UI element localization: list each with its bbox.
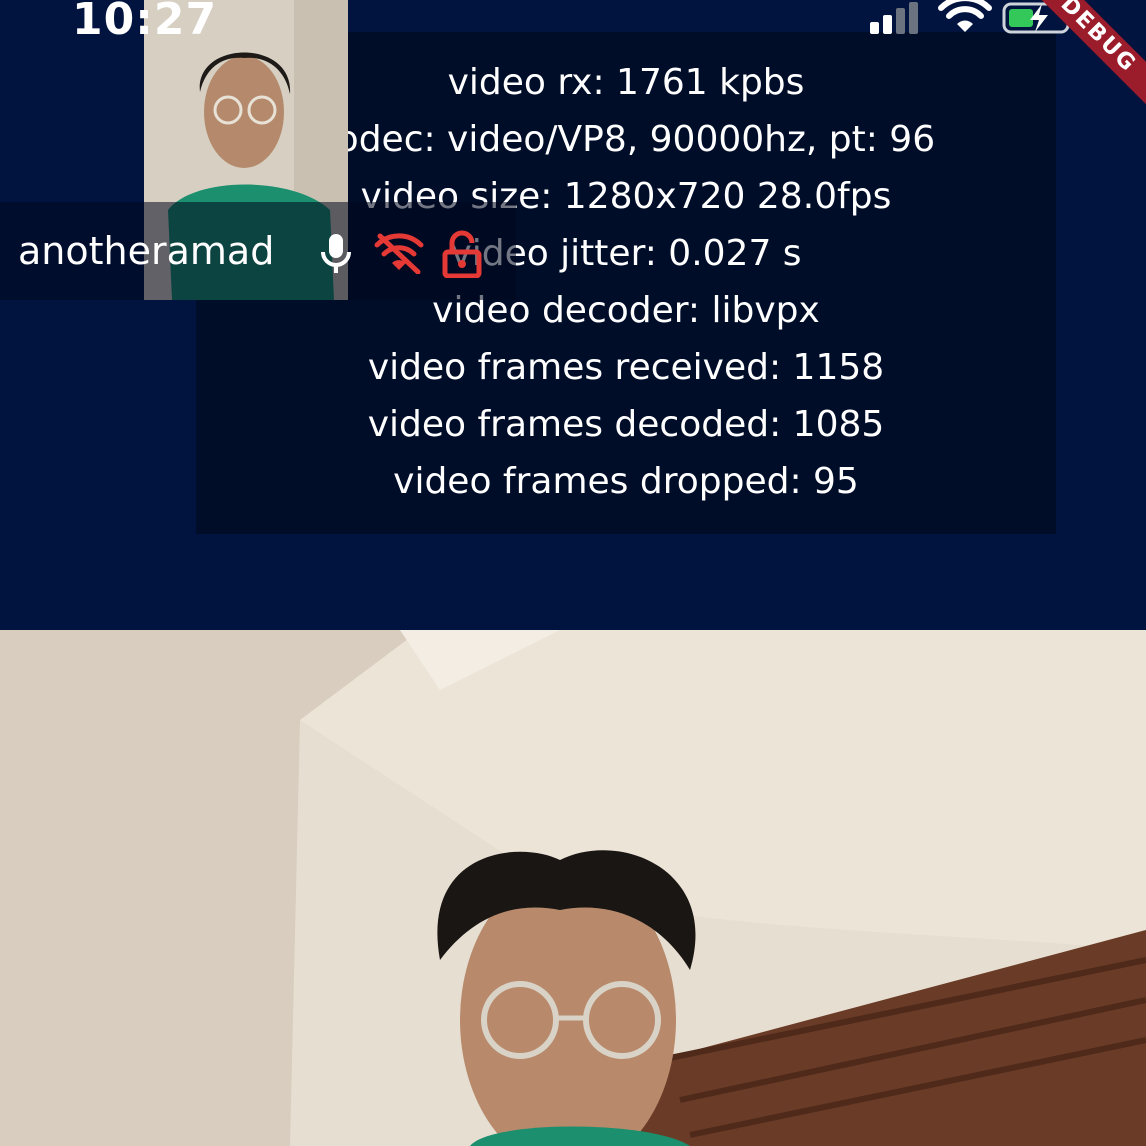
remote-video[interactable]: [0, 630, 1146, 1146]
remote-video-frame: [0, 630, 1146, 1146]
mic-icon[interactable]: [318, 232, 354, 276]
participant-bar: anotheramad: [0, 202, 516, 300]
signal-icon: [870, 2, 918, 34]
stat-frames-received: video frames received: 1158: [367, 347, 885, 388]
participant-name: anotheramad: [18, 229, 275, 273]
wifi-off-icon: [374, 233, 424, 274]
status-time: 10:27: [72, 0, 218, 45]
wifi-icon: [938, 0, 992, 32]
stat-frames-dropped: video frames dropped: 95: [393, 461, 859, 502]
lock-open-icon: [442, 230, 482, 278]
stat-frames-decoded: video frames decoded: 1085: [367, 404, 885, 445]
